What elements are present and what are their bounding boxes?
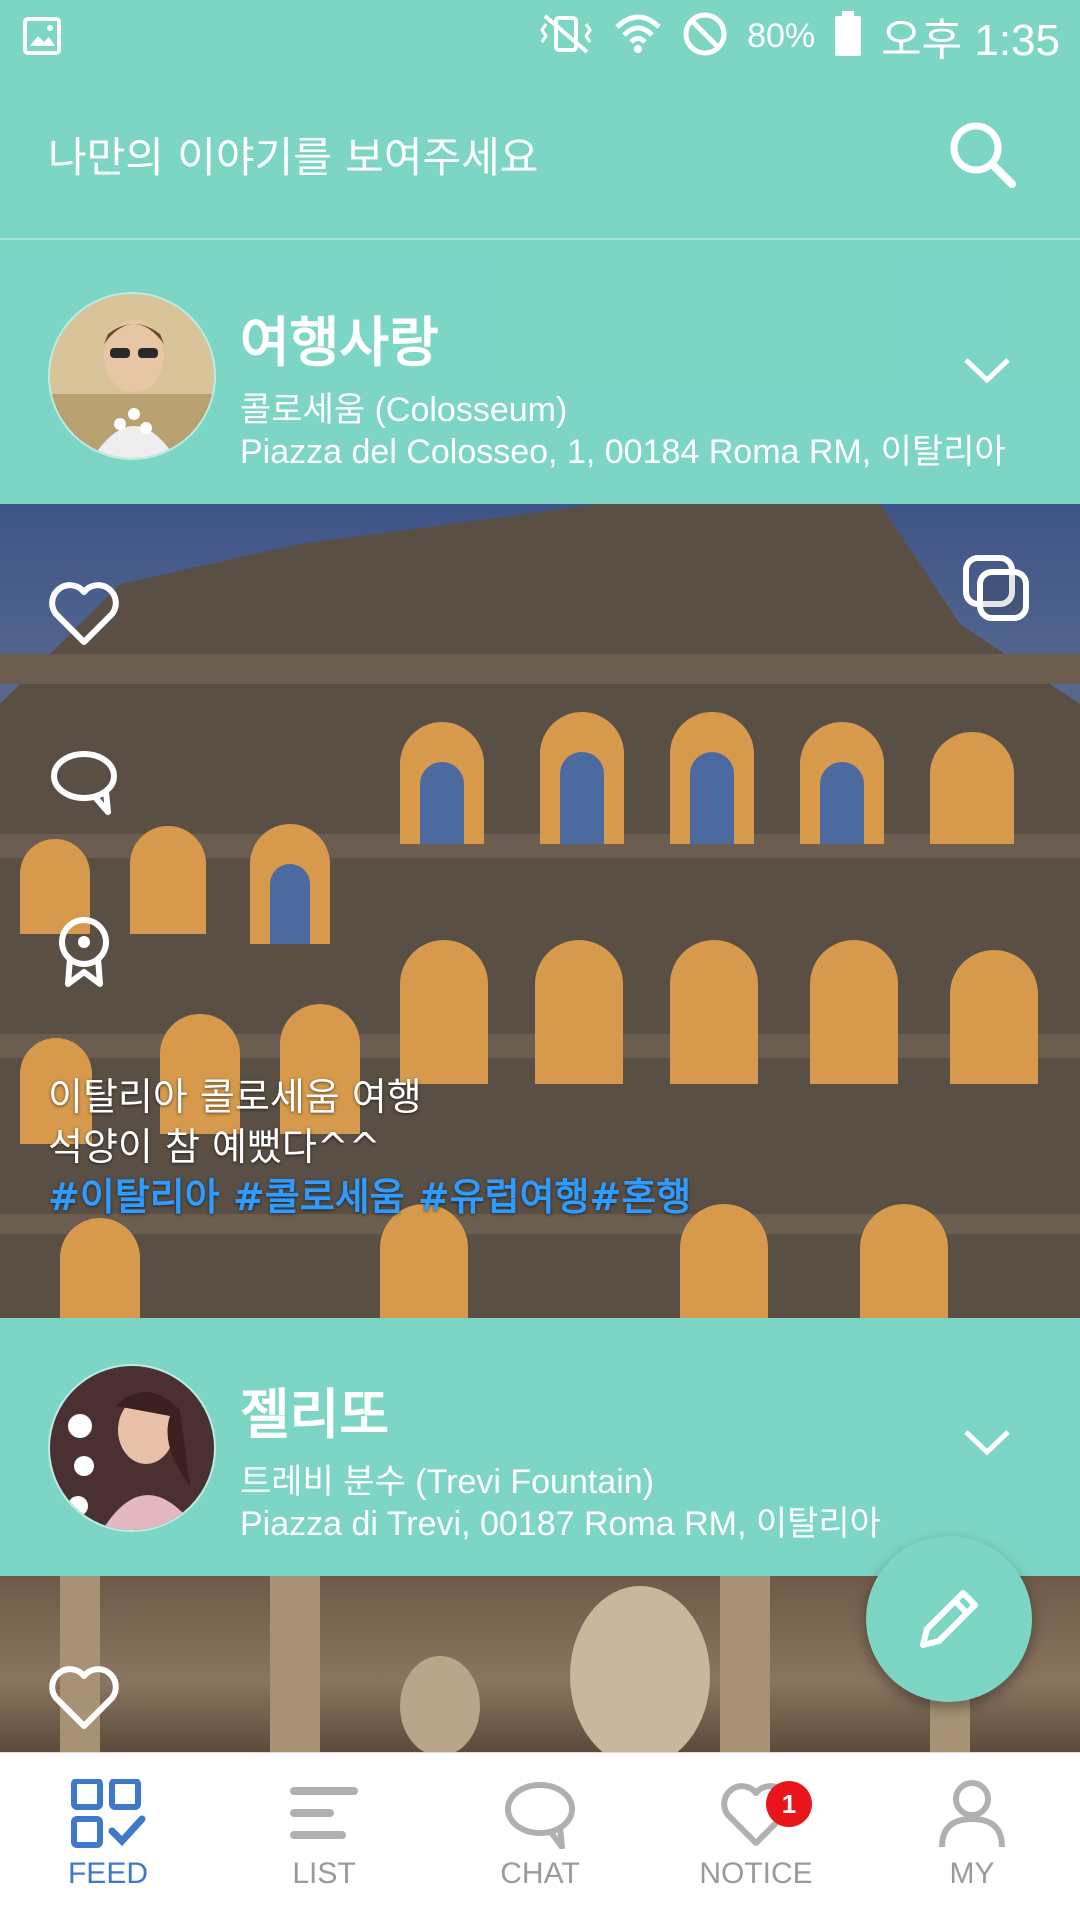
nav-label: CHAT	[500, 1857, 580, 1890]
search-placeholder[interactable]: 나만의 이야기를 보여주세요	[48, 124, 538, 185]
post-photo-colosseum[interactable]: 이탈리아 콜로세움 여행 석양이 참 예뻤다^^ #이탈리아 #콜로세움 #유럽…	[0, 504, 1080, 1318]
search-bar[interactable]: 나만의 이야기를 보여주세요	[0, 72, 1080, 240]
like-heart-icon[interactable]	[46, 576, 122, 652]
nav-label: NOTICE	[699, 1857, 813, 1890]
nav-chat[interactable]: CHAT	[432, 1753, 648, 1920]
clock: 오후 1:35	[881, 16, 1060, 65]
like-heart-icon[interactable]	[46, 1660, 122, 1736]
battery-percent: 80%	[747, 16, 816, 55]
chevron-down-icon[interactable]	[960, 342, 1014, 396]
pencil-icon	[920, 1590, 978, 1648]
wifi-icon	[613, 9, 663, 63]
bottom-navigation: FEED LIST CHAT 1 NOTICE MY	[0, 1752, 1080, 1920]
vibrate-off-icon	[537, 12, 595, 60]
nav-list[interactable]: LIST	[216, 1753, 432, 1920]
notification-badge: 1	[766, 1781, 812, 1827]
place-address: Piazza di Trevi, 00187 Roma RM, 이탈리아	[240, 1505, 881, 1543]
comment-icon[interactable]	[46, 744, 122, 820]
chevron-down-icon[interactable]	[960, 1414, 1014, 1468]
status-bar: 80% 오후 1:35	[0, 0, 1080, 72]
post-header[interactable]: 여행사랑 콜로세움 (Colosseum) Piazza del Colosse…	[0, 246, 1080, 504]
bookmark-ribbon-icon[interactable]	[46, 912, 122, 988]
post-header[interactable]: 젤리또 트레비 분수 (Trevi Fountain) Piazza di Tr…	[0, 1318, 1080, 1576]
multiple-photos-icon[interactable]	[960, 552, 1032, 624]
hashtags[interactable]: #이탈리아 #콜로세움 #유럽여행#혼행	[48, 1172, 691, 1222]
username[interactable]: 젤리또	[240, 1370, 389, 1449]
feed-grid-icon	[71, 1779, 146, 1848]
nav-my[interactable]: MY	[864, 1753, 1080, 1920]
battery-icon	[833, 10, 863, 62]
nav-feed[interactable]: FEED	[0, 1753, 216, 1920]
avatar[interactable]	[48, 292, 216, 460]
do-not-disturb-icon	[681, 10, 729, 62]
nav-notice[interactable]: 1 NOTICE	[648, 1753, 864, 1920]
caption-line: 이탈리아 콜로세움 여행	[48, 1075, 422, 1119]
avatar[interactable]	[48, 1364, 216, 1532]
nav-label: FEED	[67, 1857, 148, 1890]
nav-label: LIST	[292, 1857, 356, 1890]
list-icon	[290, 1787, 358, 1839]
caption-line: 석양이 참 예뻤다^^	[48, 1125, 381, 1169]
post-caption: 이탈리아 콜로세움 여행 석양이 참 예뻤다^^ #이탈리아 #콜로세움 #유럽…	[48, 1072, 691, 1222]
user-profile-icon	[939, 1780, 1005, 1848]
write-post-button[interactable]	[866, 1536, 1032, 1702]
search-icon[interactable]	[944, 116, 1020, 192]
username[interactable]: 여행사랑	[240, 298, 439, 377]
place-address: Piazza del Colosseo, 1, 00184 Roma RM, 이…	[240, 433, 1006, 471]
chat-bubble-icon	[505, 1782, 575, 1849]
nav-label: MY	[949, 1857, 995, 1890]
gallery-notification-icon	[22, 16, 62, 60]
